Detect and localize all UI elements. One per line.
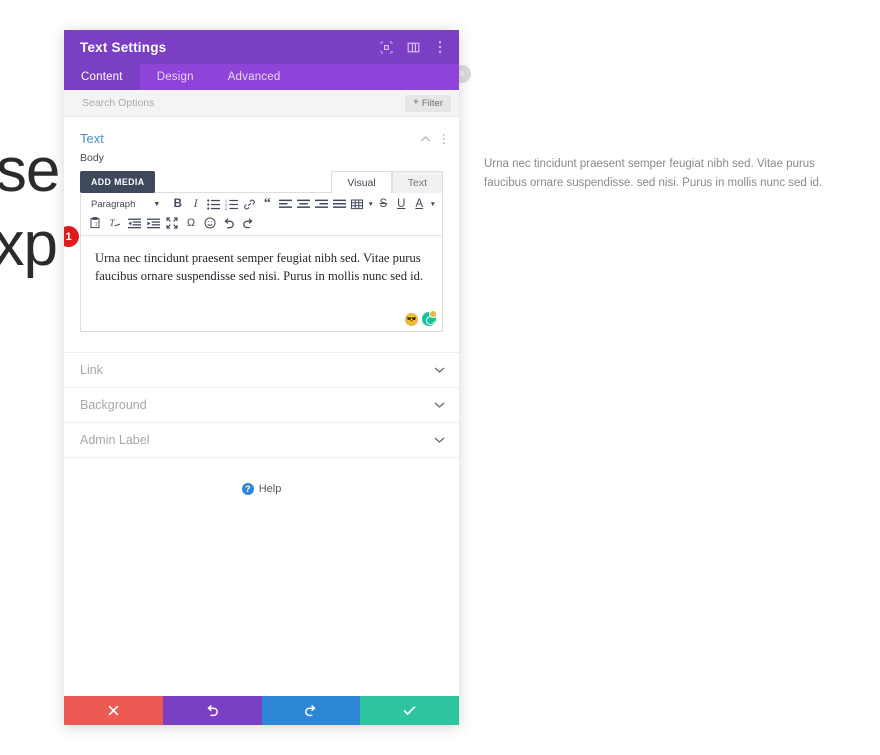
expand-icon[interactable]	[379, 40, 393, 54]
section-admin-label-label: Admin Label	[80, 433, 150, 447]
strikethrough-icon[interactable]: S	[375, 196, 392, 212]
chevron-down-icon[interactable]	[434, 401, 445, 409]
undo-icon[interactable]	[220, 215, 238, 231]
tab-visual[interactable]: Visual	[331, 171, 392, 193]
blockquote-icon[interactable]: “	[259, 196, 276, 212]
editor-mode-tabs: Visual Text	[331, 171, 443, 193]
body-field-label: Body	[80, 152, 104, 164]
bulleted-list-icon[interactable]	[205, 196, 222, 212]
section-background[interactable]: Background	[64, 387, 459, 422]
chevron-down-icon[interactable]	[434, 436, 445, 444]
tab-text[interactable]: Text	[391, 171, 443, 193]
filter-button-label: Filter	[421, 97, 443, 109]
close-icon	[108, 705, 119, 716]
svg-text:T: T	[95, 223, 98, 228]
grammarly-badge-icon[interactable]	[422, 310, 437, 326]
search-input[interactable]	[80, 96, 406, 110]
save-button[interactable]	[360, 696, 459, 725]
help-link[interactable]: ? Help	[64, 483, 459, 495]
indent-icon[interactable]	[144, 215, 162, 231]
chevron-down-icon: ▼	[153, 200, 161, 208]
redo-icon[interactable]	[239, 215, 257, 231]
section-link[interactable]: Link	[64, 352, 459, 387]
section-link-label: Link	[80, 363, 103, 377]
tab-content[interactable]: Content	[64, 64, 140, 90]
body-editor: ADD MEDIA Visual Text Paragraph ▼ B I 1 …	[64, 171, 443, 332]
search-options-row: + Filter	[64, 90, 459, 117]
page-heading: r se exp	[0, 134, 60, 282]
modal-tabs: Content Design Advanced	[64, 64, 459, 90]
text-color-icon[interactable]: A	[411, 196, 428, 212]
redo-button[interactable]	[261, 696, 361, 725]
editor-content-area[interactable]: 1 Urna nec tincidunt praesent semper feu…	[64, 226, 442, 311]
undo-icon	[207, 704, 218, 717]
cancel-button[interactable]	[64, 696, 163, 725]
page-heading-line1: r se	[0, 136, 60, 205]
collapsed-sections: Link Background Admin Label	[64, 352, 459, 458]
editor-body-text[interactable]: Urna nec tincidunt praesent semper feugi…	[95, 249, 428, 285]
more-vertical-icon[interactable]	[442, 133, 445, 145]
editor-toolbar-row-1: Paragraph ▼ B I 1 2 3 “ ▼ S U A ▼	[81, 193, 442, 215]
editor-plugin-badges: 😎	[81, 310, 442, 331]
page-paragraph: Urna nec tincidunt praesent semper feugi…	[484, 158, 823, 189]
step-badge-1: 1	[64, 226, 79, 247]
emoji-badge-icon[interactable]: 😎	[405, 312, 418, 326]
section-title-text: Text	[80, 131, 104, 146]
bold-icon[interactable]: B	[169, 196, 186, 212]
add-media-button[interactable]: ADD MEDIA	[80, 171, 156, 193]
fullscreen-icon[interactable]	[163, 215, 181, 231]
more-vertical-icon[interactable]	[433, 40, 447, 54]
layout-columns-icon[interactable]	[406, 40, 420, 54]
table-icon[interactable]	[349, 196, 366, 212]
section-admin-label[interactable]: Admin Label	[64, 422, 459, 458]
plus-icon: +	[413, 97, 419, 108]
page-title: Text Settings	[80, 39, 167, 55]
emoji-icon[interactable]	[201, 215, 219, 231]
chevron-down-icon[interactable]	[434, 366, 445, 374]
chevron-up-icon[interactable]	[420, 135, 431, 143]
modal-footer	[64, 696, 459, 725]
section-header-text[interactable]: Text	[64, 117, 459, 152]
undo-button[interactable]	[162, 696, 262, 725]
align-left-icon[interactable]	[277, 196, 294, 212]
underline-icon[interactable]: U	[393, 196, 410, 212]
paste-as-text-icon[interactable]: T	[87, 215, 105, 231]
redo-icon	[305, 704, 316, 717]
align-right-icon[interactable]	[313, 196, 330, 212]
titlebar-actions	[379, 40, 447, 54]
section-header-actions	[420, 133, 445, 145]
clear-formatting-icon[interactable]: T	[106, 215, 124, 231]
svg-text:T: T	[110, 218, 116, 228]
section-background-label: Background	[80, 398, 147, 412]
outdent-icon[interactable]	[125, 215, 143, 231]
notification-dot-icon	[429, 310, 437, 318]
format-select-value: Paragraph	[91, 198, 136, 210]
check-icon	[403, 705, 416, 716]
svg-text:3: 3	[225, 207, 227, 210]
tab-design[interactable]: Design	[140, 64, 211, 90]
filter-button[interactable]: + Filter	[405, 94, 451, 112]
numbered-list-icon[interactable]: 1 2 3	[223, 196, 240, 212]
align-justify-icon[interactable]	[331, 196, 348, 212]
chevron-down-icon[interactable]: ▼	[367, 201, 373, 208]
format-select[interactable]: Paragraph ▼	[87, 199, 164, 210]
italic-icon[interactable]: I	[187, 196, 204, 212]
modal-body: Text Body ADD MEDIA Visual Text Paragrap…	[64, 117, 459, 696]
special-character-icon[interactable]: Ω	[182, 215, 200, 231]
page-heading-line2: exp	[0, 210, 58, 279]
align-center-icon[interactable]	[295, 196, 312, 212]
editor-toolbar-row-2: T T Ω	[81, 215, 442, 236]
tab-advanced[interactable]: Advanced	[211, 64, 298, 90]
link-icon[interactable]	[241, 196, 258, 212]
modal-titlebar: Text Settings	[64, 30, 459, 64]
editor-top-row: ADD MEDIA Visual Text	[80, 171, 443, 193]
help-label: Help	[258, 483, 282, 495]
chevron-down-icon[interactable]: ▼	[430, 201, 436, 208]
tinymce-editor: Paragraph ▼ B I 1 2 3 “ ▼ S U A ▼ T T Ω …	[64, 192, 443, 332]
question-mark-icon: ?	[241, 483, 254, 495]
text-settings-modal: Text Settings Content Design Advanced Se…	[64, 30, 459, 725]
